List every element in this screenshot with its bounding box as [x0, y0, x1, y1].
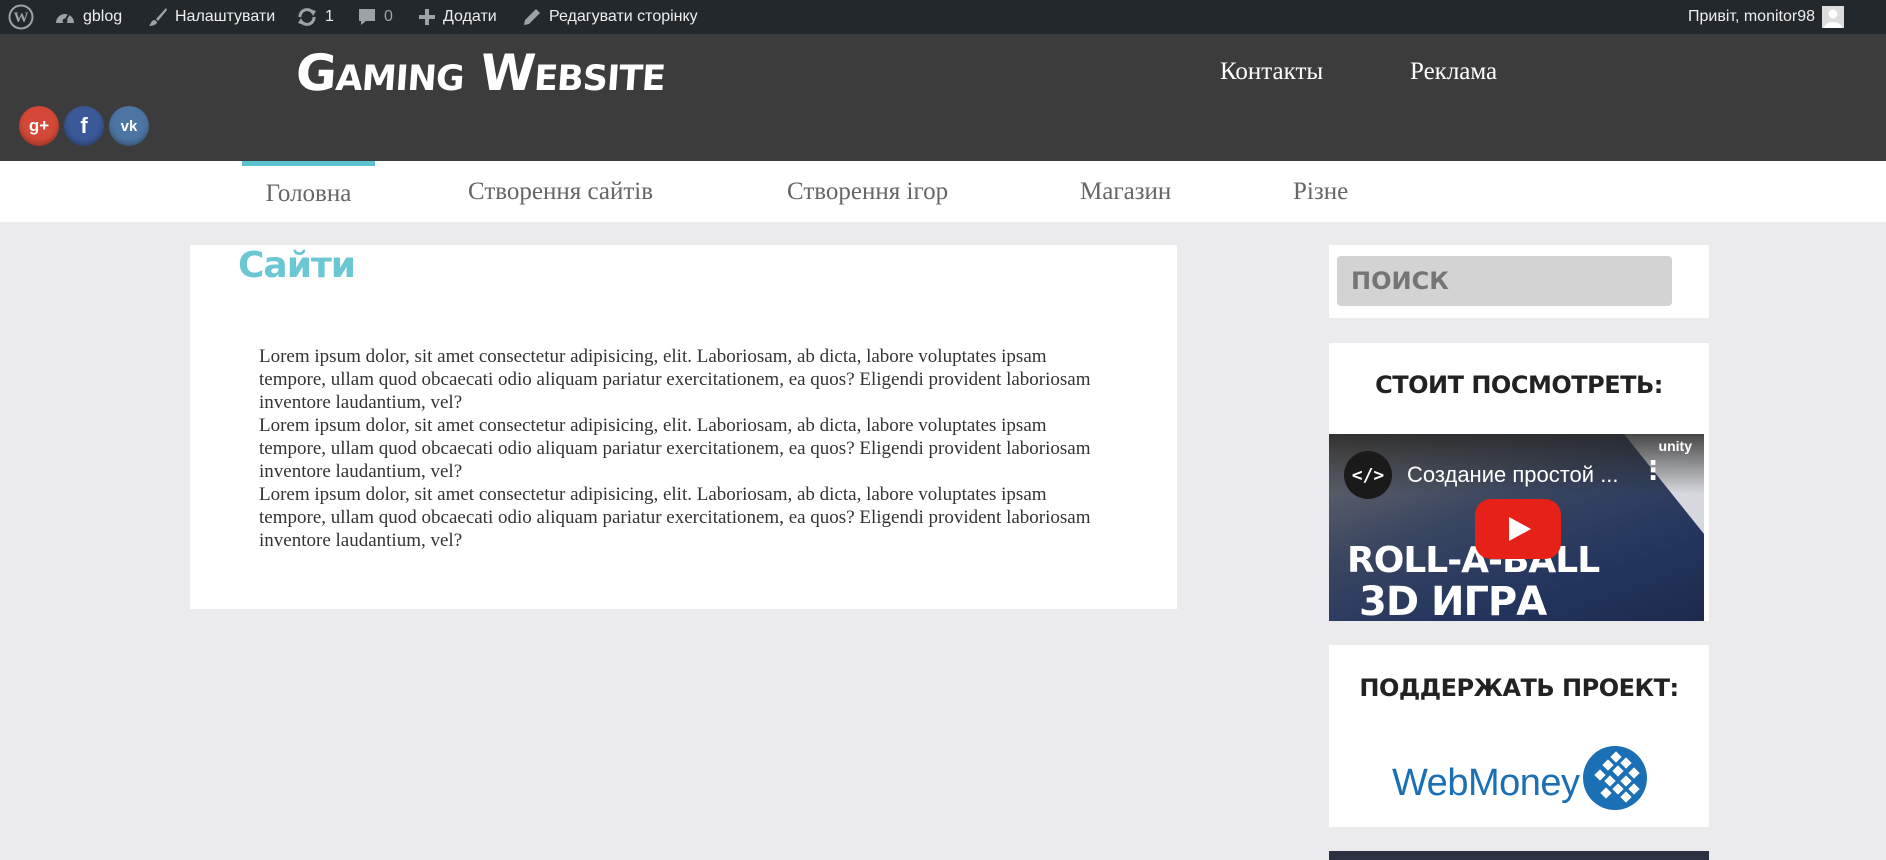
widget-title-watch: СТОИТ ПОСМОТРЕТЬ: [1375, 371, 1663, 399]
admin-bar: W gblog Налаштувати 1 0 Додати Редагуват… [0, 0, 1886, 34]
edit-page-label: Редагувати сторінку [549, 8, 698, 25]
plus-icon [419, 9, 435, 25]
paragraph: Lorem ipsum dolor, sit amet consectetur … [259, 346, 1091, 413]
video-title[interactable]: Создание простой ... [1407, 462, 1619, 488]
admin-updates-link[interactable]: 1 [296, 0, 334, 34]
vk-icon[interactable]: vk [109, 106, 149, 146]
webmoney-globe-icon[interactable] [1582, 745, 1648, 811]
next-widget-partial [1329, 851, 1709, 860]
top-link-ads[interactable]: Реклама [1410, 58, 1497, 86]
page-title: Сайти [238, 245, 356, 286]
updates-icon [298, 8, 316, 26]
dashboard-icon [56, 13, 74, 24]
paintbrush-icon [149, 8, 167, 26]
site-name: gblog [83, 8, 123, 25]
nav-item-home[interactable]: Головна [242, 161, 375, 222]
paragraph: Lorem ipsum dolor, sit amet consectetur … [259, 484, 1091, 551]
search-widget [1329, 245, 1709, 318]
video-caption-line2: 3D ИГРА [1359, 579, 1547, 621]
admin-add-new-link[interactable]: Додати [418, 0, 497, 34]
widget-title-support: ПОДДЕРЖАТЬ ПРОЕКТ: [1359, 674, 1679, 702]
top-link-contacts[interactable]: Контакты [1220, 58, 1323, 86]
video-embed[interactable]: #1 unity </> Создание простой ... ⋮ ROLL… [1329, 434, 1704, 621]
site-logo[interactable]: Gaming Website [294, 44, 667, 102]
nav-item-shop[interactable]: Магазин [1080, 161, 1171, 222]
video-widget: СТОИТ ПОСМОТРЕТЬ: #1 unity </> Создание … [1329, 343, 1709, 621]
unity-brand-label: unity [1658, 438, 1692, 454]
youtube-play-button[interactable] [1475, 499, 1561, 559]
wordpress-logo-icon[interactable]: W [8, 0, 34, 34]
updates-count: 1 [325, 8, 334, 25]
add-new-label: Додати [443, 8, 497, 25]
channel-code-icon[interactable]: </> [1344, 451, 1392, 499]
site-header: Gaming Website Контакты Реклама g+ f vk [0, 34, 1886, 161]
svg-text:W: W [14, 10, 29, 26]
search-input[interactable] [1337, 256, 1672, 306]
content-card: Сайти Lorem ipsum dolor, sit amet consec… [190, 245, 1177, 609]
content-body: Lorem ipsum dolor, sit amet consectetur … [259, 345, 1109, 552]
admin-edit-page-link[interactable]: Редагувати сторінку [522, 0, 698, 34]
pencil-icon [524, 9, 540, 25]
google-plus-icon[interactable]: g+ [19, 106, 59, 146]
nav-item-websites[interactable]: Створення сайтів [468, 161, 653, 222]
user-avatar-icon [1821, 6, 1844, 28]
paragraph: Lorem ipsum dolor, sit amet consectetur … [259, 415, 1091, 482]
greeting-text: Привіт, monitor98 [1688, 8, 1815, 25]
admin-site-link[interactable]: gblog [54, 0, 122, 34]
more-options-icon[interactable]: ⋮ [1640, 456, 1666, 486]
webmoney-link[interactable]: WebMoney [1392, 762, 1580, 805]
admin-account-menu[interactable]: Привіт, monitor98 [1688, 0, 1844, 34]
admin-comments-link[interactable]: 0 [357, 0, 393, 34]
nav-item-misc[interactable]: Різне [1293, 161, 1348, 222]
comments-count: 0 [384, 8, 393, 25]
nav-item-games[interactable]: Створення ігор [787, 161, 948, 222]
admin-customize-link[interactable]: Налаштувати [148, 0, 275, 34]
facebook-icon[interactable]: f [64, 106, 104, 146]
customize-label: Налаштувати [175, 8, 276, 25]
comment-icon [359, 9, 375, 25]
main-navigation: Головна Створення сайтів Створення ігор … [0, 161, 1886, 222]
support-widget: ПОДДЕРЖАТЬ ПРОЕКТ: WebMoney [1329, 645, 1709, 827]
video-caption-line1: ROLL-A-BALL [1347, 540, 1600, 581]
